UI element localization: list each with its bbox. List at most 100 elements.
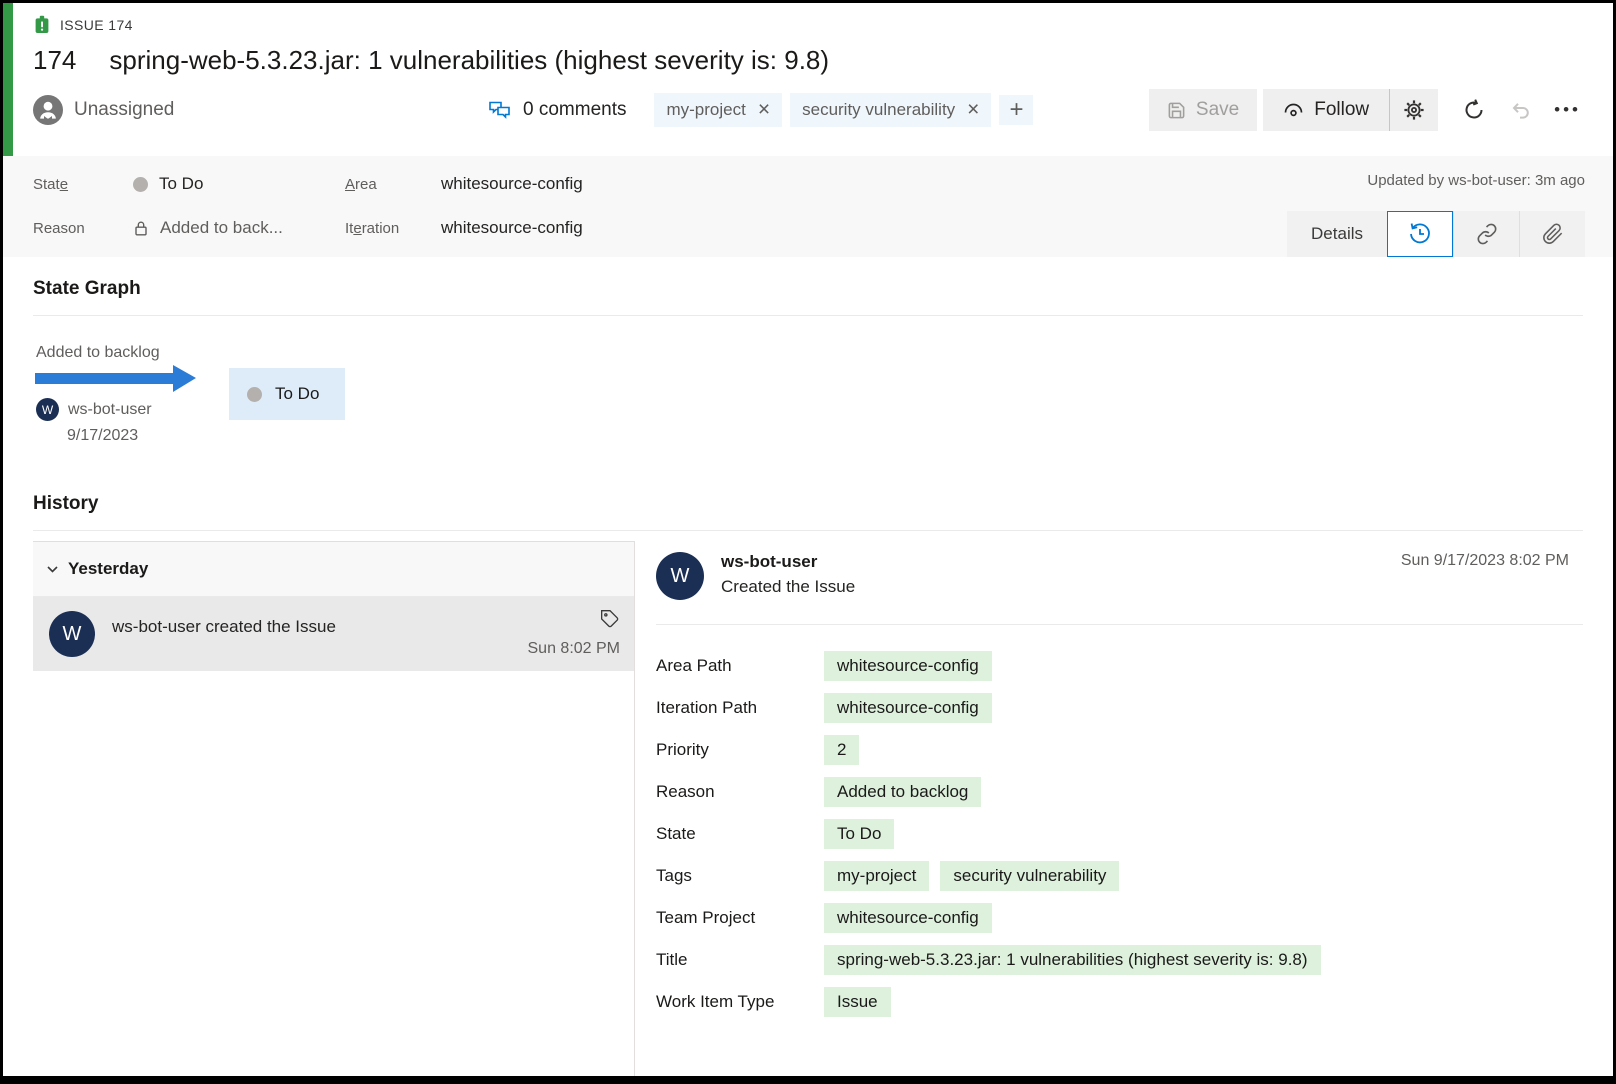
- history-tab-content: State Graph Added to backlog W ws-bot-us…: [3, 257, 1613, 1076]
- link-icon: [1476, 223, 1498, 245]
- tab-details[interactable]: Details: [1287, 211, 1387, 257]
- changed-field-label: Team Project: [656, 908, 824, 928]
- divider: [33, 530, 1583, 531]
- chevron-down-icon: [47, 566, 58, 573]
- changed-field-value: 2: [824, 735, 859, 765]
- assignee-picker[interactable]: Unassigned: [33, 95, 488, 125]
- state-dot-icon: [247, 387, 262, 402]
- header-actions: Save Follow: [1149, 89, 1585, 131]
- changed-field-value: security vulnerability: [940, 861, 1119, 891]
- changed-field-values: Added to backlog: [824, 777, 981, 807]
- state-field-value[interactable]: To Do: [133, 174, 345, 194]
- changed-field-value: Issue: [824, 987, 891, 1017]
- history-clock-icon: [1407, 221, 1433, 247]
- follow-group: Follow: [1263, 89, 1438, 131]
- tag-label: my-project: [666, 100, 745, 120]
- changed-field-label: Work Item Type: [656, 992, 824, 1012]
- changed-field-values: whitesource-config: [824, 651, 992, 681]
- work-item-title[interactable]: spring-web-5.3.23.jar: 1 vulnerabilities…: [109, 45, 829, 76]
- changed-field-row: ReasonAdded to backlog: [656, 776, 1583, 807]
- add-tag-button[interactable]: +: [999, 95, 1033, 125]
- area-field-label: Area: [345, 176, 441, 193]
- transition-user: W ws-bot-user: [33, 398, 229, 421]
- comments-button[interactable]: 0 comments: [488, 99, 626, 121]
- changed-field-value: my-project: [824, 861, 929, 891]
- work-item-type-line: ISSUE 174: [33, 15, 1585, 34]
- reason-field-value[interactable]: Added to back...: [133, 218, 345, 238]
- changed-field-row: Team Projectwhitesource-config: [656, 902, 1583, 933]
- changed-field-label: Priority: [656, 740, 824, 760]
- follow-label: Follow: [1314, 99, 1369, 121]
- changed-field-row: Work Item TypeIssue: [656, 986, 1583, 1017]
- state-node-todo: To Do: [229, 368, 345, 420]
- work-item-window: ISSUE 174 174 spring-web-5.3.23.jar: 1 v…: [0, 0, 1616, 1084]
- tab-attachments[interactable]: [1519, 211, 1585, 257]
- divider: [656, 624, 1583, 625]
- save-button[interactable]: Save: [1149, 89, 1257, 131]
- transition-reason-label: Added to backlog: [33, 344, 229, 362]
- group-label: Yesterday: [68, 559, 148, 579]
- settings-button[interactable]: [1389, 89, 1438, 131]
- transition-date: 9/17/2023: [67, 427, 229, 445]
- iteration-field-label: Iteration: [345, 220, 441, 237]
- work-item-header: ISSUE 174 174 spring-web-5.3.23.jar: 1 v…: [3, 3, 1613, 156]
- command-bar: Unassigned 0 comments my-project × secu: [33, 89, 1585, 131]
- changed-field-values: whitesource-config: [824, 903, 992, 933]
- changed-field-values: whitesource-config: [824, 693, 992, 723]
- tag-chip: my-project ×: [654, 93, 782, 127]
- undo-button[interactable]: [1498, 99, 1544, 121]
- changed-field-row: Area Pathwhitesource-config: [656, 650, 1583, 681]
- gear-icon: [1403, 99, 1425, 121]
- save-icon: [1167, 101, 1186, 120]
- avatar: W: [49, 611, 95, 657]
- detail-user: ws-bot-user: [721, 552, 855, 572]
- tab-links[interactable]: [1453, 211, 1519, 257]
- follow-button[interactable]: Follow: [1263, 89, 1389, 131]
- comments-icon: [488, 99, 512, 121]
- lock-icon: [133, 220, 149, 237]
- state-node-label: To Do: [275, 384, 319, 404]
- area-field-value[interactable]: whitesource-config: [441, 174, 741, 194]
- tag-list: my-project × security vulnerability × +: [654, 93, 1033, 127]
- arrow-shaft: [35, 373, 173, 384]
- arrow-head: [173, 365, 196, 392]
- avatar: W: [36, 398, 59, 421]
- reason-field-label: Reason: [33, 220, 133, 237]
- tag-change-icon: [600, 609, 620, 629]
- changed-field-label: State: [656, 824, 824, 844]
- changed-field-values: 2: [824, 735, 859, 765]
- tag-chip: security vulnerability ×: [790, 93, 991, 127]
- changed-field-values: my-project security vulnerability: [824, 861, 1119, 891]
- issue-type-icon: [33, 15, 51, 34]
- state-field-label: State: [33, 176, 133, 193]
- assignee-label: Unassigned: [74, 99, 174, 121]
- detail-header: W ws-bot-user Created the Issue Sun 9/17…: [656, 552, 1583, 600]
- changed-field-label: Title: [656, 950, 824, 970]
- changed-field-row: Tagsmy-projectsecurity vulnerability: [656, 860, 1583, 891]
- history-event-detail: W ws-bot-user Created the Issue Sun 9/17…: [635, 541, 1583, 1076]
- state-dot-icon: [133, 177, 148, 192]
- iteration-field-value[interactable]: whitesource-config: [441, 218, 741, 238]
- history-group-yesterday[interactable]: Yesterday: [33, 542, 634, 597]
- history-panels: Yesterday W ws-bot-user created the Issu…: [33, 541, 1583, 1076]
- remove-tag-icon[interactable]: ×: [967, 103, 979, 117]
- remove-tag-icon[interactable]: ×: [758, 103, 770, 117]
- work-item-type-color-bar: [3, 3, 13, 156]
- comments-count-label: 0 comments: [523, 99, 626, 121]
- changed-field-values: spring-web-5.3.23.jar: 1 vulnerabilities…: [824, 945, 1321, 975]
- paperclip-icon: [1542, 223, 1564, 245]
- avatar: W: [656, 552, 704, 600]
- history-event-text: ws-bot-user created the Issue: [112, 617, 336, 657]
- tab-history[interactable]: [1387, 211, 1453, 257]
- refresh-button[interactable]: [1450, 98, 1498, 122]
- changed-field-value: spring-web-5.3.23.jar: 1 vulnerabilities…: [824, 945, 1321, 975]
- history-event-item[interactable]: W ws-bot-user created the Issue Sun 8:02…: [33, 597, 634, 671]
- more-actions-button[interactable]: •••: [1544, 100, 1585, 120]
- history-event-list: Yesterday W ws-bot-user created the Issu…: [33, 541, 635, 1076]
- detail-timestamp: Sun 9/17/2023 8:02 PM: [1401, 552, 1583, 600]
- changed-field-row: StateTo Do: [656, 818, 1583, 849]
- history-heading: History: [33, 493, 1583, 515]
- changed-field-value: Added to backlog: [824, 777, 981, 807]
- state-transition: Added to backlog W ws-bot-user 9/17/2023: [33, 344, 229, 445]
- meta-fields: State To Do Area whitesource-config Reas…: [33, 162, 741, 257]
